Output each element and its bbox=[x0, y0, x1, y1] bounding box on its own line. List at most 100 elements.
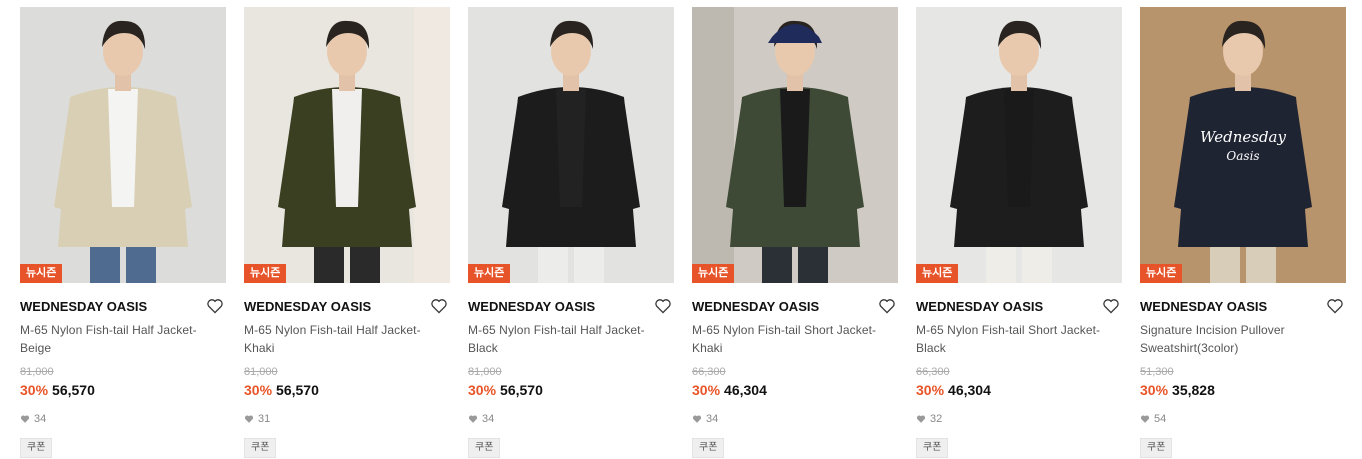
likes-number: 34 bbox=[706, 413, 719, 425]
product-name-line: Sweatshirt(3color) bbox=[1140, 341, 1239, 355]
sweatshirt-print-subtext: Oasis bbox=[1226, 149, 1259, 163]
sale-price-row: 30% 56,570 bbox=[20, 381, 226, 399]
sale-price: 56,570 bbox=[52, 382, 95, 398]
sale-price: 46,304 bbox=[948, 382, 991, 398]
likes-number: 54 bbox=[1154, 413, 1167, 425]
original-price: 66,300 bbox=[692, 366, 726, 378]
product-image[interactable]: 뉴시즌 bbox=[20, 7, 226, 283]
wishlist-heart-icon[interactable] bbox=[654, 298, 674, 316]
brand-row: WEDNESDAY OASIS bbox=[20, 298, 226, 316]
new-season-badge: 뉴시즌 bbox=[244, 264, 287, 283]
sale-price: 35,828 bbox=[1172, 382, 1215, 398]
sweatshirt-print-text: Wednesday bbox=[1200, 128, 1286, 146]
product-name-line: M-65 Nylon Fish-tail Short Jacket- bbox=[916, 323, 1101, 337]
sale-price-row: 30% 35,828 bbox=[1140, 381, 1346, 399]
discount-rate: 30% bbox=[244, 382, 273, 398]
likes-count: 31 bbox=[244, 412, 450, 426]
wishlist-heart-icon[interactable] bbox=[430, 298, 450, 316]
product-name-line: Beige bbox=[20, 341, 52, 355]
brand-row: WEDNESDAY OASIS bbox=[692, 298, 898, 316]
product-card[interactable]: 뉴시즌 WEDNESDAY OASIS M-65 Nylon Fish-tail… bbox=[692, 7, 898, 458]
product-image[interactable]: Wednesday Oasis 뉴시즌 bbox=[1140, 7, 1346, 283]
new-season-badge: 뉴시즌 bbox=[916, 264, 959, 283]
brand-name[interactable]: WEDNESDAY OASIS bbox=[20, 299, 147, 314]
heart-filled-icon bbox=[692, 415, 702, 423]
heart-filled-icon bbox=[1140, 415, 1150, 423]
brand-row: WEDNESDAY OASIS bbox=[916, 298, 1122, 316]
product-name[interactable]: M-65 Nylon Fish-tail Half Jacket- Beige bbox=[20, 321, 226, 357]
sale-price-row: 30% 46,304 bbox=[916, 381, 1122, 399]
sale-price: 46,304 bbox=[724, 382, 767, 398]
original-price: 81,000 bbox=[20, 366, 54, 378]
likes-count: 34 bbox=[20, 412, 226, 426]
original-price: 81,000 bbox=[244, 366, 278, 378]
product-name[interactable]: M-65 Nylon Fish-tail Half Jacket- Khaki bbox=[244, 321, 450, 357]
brand-row: WEDNESDAY OASIS bbox=[468, 298, 674, 316]
likes-count: 54 bbox=[1140, 412, 1346, 426]
discount-rate: 30% bbox=[916, 382, 945, 398]
product-grid: 뉴시즌 WEDNESDAY OASIS M-65 Nylon Fish-tail… bbox=[20, 7, 1346, 458]
product-name-line: Khaki bbox=[692, 341, 723, 355]
product-name-line: Signature Incision Pullover bbox=[1140, 323, 1285, 337]
product-card[interactable]: 뉴시즌 WEDNESDAY OASIS M-65 Nylon Fish-tail… bbox=[20, 7, 226, 458]
product-name-line: M-65 Nylon Fish-tail Half Jacket- bbox=[244, 323, 421, 337]
product-name[interactable]: Signature Incision Pullover Sweatshirt(3… bbox=[1140, 321, 1346, 357]
likes-number: 34 bbox=[34, 413, 47, 425]
product-name-line: M-65 Nylon Fish-tail Short Jacket- bbox=[692, 323, 877, 337]
new-season-badge: 뉴시즌 bbox=[468, 264, 511, 283]
original-price: 51,300 bbox=[1140, 366, 1174, 378]
discount-rate: 30% bbox=[1140, 382, 1169, 398]
wishlist-heart-icon[interactable] bbox=[878, 298, 898, 316]
product-image[interactable]: 뉴시즌 bbox=[468, 7, 674, 283]
new-season-badge: 뉴시즌 bbox=[1140, 264, 1183, 283]
likes-number: 32 bbox=[930, 413, 943, 425]
product-name-line: Khaki bbox=[244, 341, 275, 355]
heart-filled-icon bbox=[916, 415, 926, 423]
product-name-line: Black bbox=[916, 341, 946, 355]
brand-name[interactable]: WEDNESDAY OASIS bbox=[692, 299, 819, 314]
wishlist-heart-icon[interactable] bbox=[1102, 298, 1122, 316]
product-image[interactable]: 뉴시즌 bbox=[244, 7, 450, 283]
product-name-line: M-65 Nylon Fish-tail Half Jacket- bbox=[20, 323, 197, 337]
coupon-tag: 쿠폰 bbox=[20, 438, 53, 458]
brand-row: WEDNESDAY OASIS bbox=[244, 298, 450, 316]
product-name[interactable]: M-65 Nylon Fish-tail Short Jacket- Khaki bbox=[692, 321, 898, 357]
likes-count: 34 bbox=[468, 412, 674, 426]
sale-price: 56,570 bbox=[276, 382, 319, 398]
original-price: 66,300 bbox=[916, 366, 950, 378]
product-card[interactable]: Wednesday Oasis 뉴시즌 WEDNESDAY OASIS Signa… bbox=[1140, 7, 1346, 458]
coupon-tag: 쿠폰 bbox=[244, 438, 277, 458]
product-card[interactable]: 뉴시즌 WEDNESDAY OASIS M-65 Nylon Fish-tail… bbox=[468, 7, 674, 458]
discount-rate: 30% bbox=[468, 382, 497, 398]
heart-filled-icon bbox=[20, 415, 30, 423]
product-name[interactable]: M-65 Nylon Fish-tail Half Jacket- Black bbox=[468, 321, 674, 357]
wishlist-heart-icon[interactable] bbox=[206, 298, 226, 316]
likes-number: 31 bbox=[258, 413, 271, 425]
sale-price-row: 30% 56,570 bbox=[244, 381, 450, 399]
new-season-badge: 뉴시즌 bbox=[20, 264, 63, 283]
product-card[interactable]: 뉴시즌 WEDNESDAY OASIS M-65 Nylon Fish-tail… bbox=[916, 7, 1122, 458]
likes-number: 34 bbox=[482, 413, 495, 425]
product-image[interactable]: 뉴시즌 bbox=[692, 7, 898, 283]
sale-price: 56,570 bbox=[500, 382, 543, 398]
sale-price-row: 30% 56,570 bbox=[468, 381, 674, 399]
heart-filled-icon bbox=[244, 415, 254, 423]
brand-name[interactable]: WEDNESDAY OASIS bbox=[244, 299, 371, 314]
product-name-line: Black bbox=[468, 341, 498, 355]
coupon-tag: 쿠폰 bbox=[916, 438, 949, 458]
brand-row: WEDNESDAY OASIS bbox=[1140, 298, 1346, 316]
heart-filled-icon bbox=[468, 415, 478, 423]
coupon-tag: 쿠폰 bbox=[692, 438, 725, 458]
product-name[interactable]: M-65 Nylon Fish-tail Short Jacket- Black bbox=[916, 321, 1122, 357]
brand-name[interactable]: WEDNESDAY OASIS bbox=[916, 299, 1043, 314]
new-season-badge: 뉴시즌 bbox=[692, 264, 735, 283]
product-card[interactable]: 뉴시즌 WEDNESDAY OASIS M-65 Nylon Fish-tail… bbox=[244, 7, 450, 458]
brand-name[interactable]: WEDNESDAY OASIS bbox=[468, 299, 595, 314]
brand-name[interactable]: WEDNESDAY OASIS bbox=[1140, 299, 1267, 314]
coupon-tag: 쿠폰 bbox=[468, 438, 501, 458]
likes-count: 32 bbox=[916, 412, 1122, 426]
coupon-tag: 쿠폰 bbox=[1140, 438, 1173, 458]
wishlist-heart-icon[interactable] bbox=[1326, 298, 1346, 316]
product-image[interactable]: 뉴시즌 bbox=[916, 7, 1122, 283]
original-price: 81,000 bbox=[468, 366, 502, 378]
